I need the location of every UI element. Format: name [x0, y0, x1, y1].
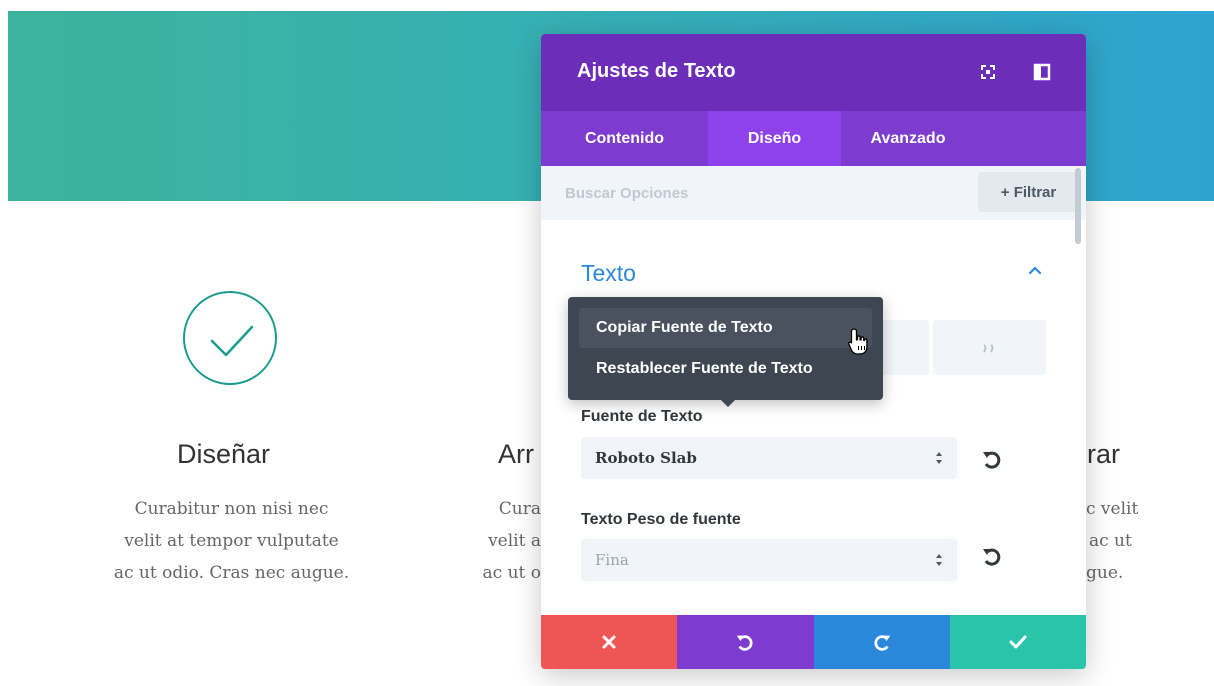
section-title[interactable]: Texto	[581, 260, 636, 287]
sidebar-dock-icon[interactable]	[1033, 63, 1051, 81]
check-icon	[1009, 635, 1027, 649]
feature-text-line: Cura	[498, 499, 541, 519]
feature-text: Curabitur non nisi nec velit at tempor v…	[80, 493, 383, 589]
feature-title: Diseñar	[177, 439, 271, 469]
feature-title: rar	[1087, 439, 1120, 469]
feature-text-line: gue.	[1086, 563, 1124, 583]
tab-avanzado[interactable]: Avanzado	[841, 111, 975, 166]
tab-bar: Contenido Diseño Avanzado	[541, 111, 1086, 166]
field-label: Texto Peso de fuente	[581, 511, 741, 528]
fullscreen-icon[interactable]	[979, 63, 997, 81]
undo-icon	[737, 635, 753, 651]
modal-title: Ajustes de Texto	[577, 60, 736, 82]
checkmark-circle-icon	[183, 291, 277, 385]
font-select[interactable]: Roboto Slab	[581, 437, 957, 479]
scrollbar[interactable]	[1075, 168, 1081, 244]
save-button[interactable]	[949, 615, 1086, 669]
field-label: Fuente de Texto	[581, 408, 703, 425]
undo-icon[interactable]	[981, 448, 1003, 470]
feature-text-line: c velit	[1086, 499, 1139, 519]
undo-button[interactable]	[677, 615, 814, 669]
feature-text-line: velit a	[488, 531, 541, 551]
copy-font-menu-item[interactable]: Copiar Fuente de Texto	[579, 308, 872, 348]
modal-footer	[541, 615, 1086, 669]
redo-button[interactable]	[813, 615, 950, 669]
redo-icon	[874, 635, 890, 651]
tab-contenido[interactable]: Contenido	[541, 111, 708, 166]
close-icon	[602, 635, 616, 649]
feature-title: Arr	[498, 439, 534, 469]
context-menu-arrow	[720, 399, 736, 407]
search-input[interactable]	[565, 174, 965, 212]
feature-text: Cura velit a ac ut o	[471, 493, 541, 589]
select-arrows-icon	[936, 452, 942, 464]
undo-icon[interactable]	[981, 545, 1003, 567]
select-arrows-icon	[936, 554, 942, 566]
feature-text-line: Curabitur non nisi nec	[134, 499, 329, 519]
select-value: Fina	[595, 551, 629, 569]
feature-text-line: ac ut o	[482, 563, 541, 583]
filter-button[interactable]: + Filtrar	[978, 172, 1079, 212]
feature-text-line: velit at tempor vulputate	[124, 531, 339, 551]
feature-text-line: ac ut	[1089, 531, 1132, 551]
discard-button[interactable]	[541, 615, 678, 669]
feature-text-line: ac ut odio. Cras nec augue.	[113, 563, 350, 583]
feature-text: c velit ac ut gue.	[1086, 493, 1146, 589]
tab-diseno[interactable]: Diseño	[708, 111, 841, 166]
reset-font-menu-item[interactable]: Restablecer Fuente de Texto	[579, 349, 872, 389]
chevron-up-icon[interactable]	[1025, 260, 1045, 280]
select-value: Roboto Slab	[595, 449, 697, 467]
modal-header: Ajustes de Texto	[541, 34, 1086, 111]
context-menu: Copiar Fuente de Texto Restablecer Fuent…	[568, 297, 883, 400]
quote-icon[interactable]	[932, 320, 1046, 375]
hand-pointer-icon	[848, 328, 868, 355]
font-weight-select[interactable]: Fina	[581, 539, 957, 581]
